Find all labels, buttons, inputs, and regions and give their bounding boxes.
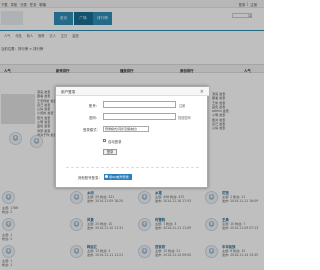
username-input[interactable] (103, 101, 176, 108)
password-label: 密码： (89, 116, 100, 120)
login-type-value: 登录模式(同步及留言栏) (105, 127, 138, 131)
remember-checkbox[interactable] (103, 139, 106, 142)
remember-label: 自动登录 (108, 139, 122, 144)
close-icon[interactable]: × (200, 89, 204, 95)
modal-header (56, 87, 209, 96)
qq-login-button[interactable]: 用QQ帐号登录 (104, 173, 132, 180)
qq-login-label: 用QQ帐号登录 (109, 174, 129, 179)
login-type-label: 登录模式： (83, 128, 100, 132)
password-input[interactable] (103, 113, 176, 120)
forgot-password-link[interactable]: 找回密码 (178, 115, 191, 120)
qq-icon (105, 175, 108, 178)
login-type-select[interactable]: 登录模式(同步及留言栏) (103, 126, 149, 132)
other-login-label: 其他账号登录： (78, 176, 102, 180)
username-label: 账号： (89, 104, 100, 108)
login-submit-button[interactable]: 登录 (103, 149, 117, 155)
divider (66, 167, 199, 168)
register-link[interactable]: 注册 (179, 103, 185, 108)
modal-title: 用户登录 (61, 89, 76, 94)
login-modal: 用户登录 × 账号： 注册 密码： 找回密码 登录模式： 登录模式(同步及留言栏… (55, 86, 209, 188)
